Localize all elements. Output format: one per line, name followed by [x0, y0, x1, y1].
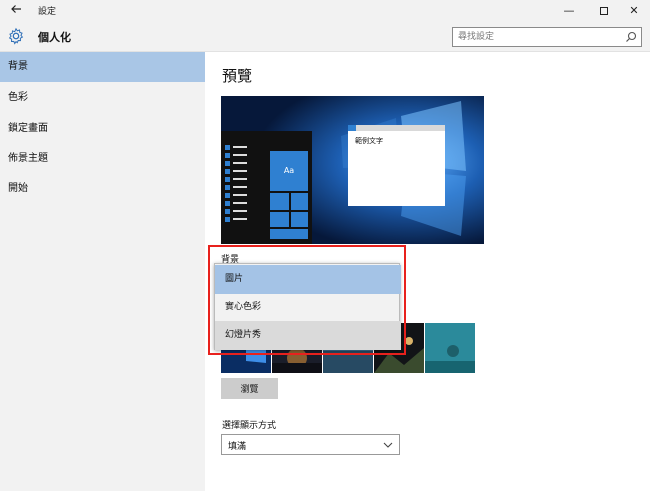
- sidebar-item-background[interactable]: 背景: [0, 52, 205, 82]
- window-title: 設定: [38, 7, 57, 17]
- fit-value: 填滿: [228, 442, 247, 452]
- wallpaper-thumbnail[interactable]: [425, 323, 475, 373]
- search-icon: [626, 31, 637, 42]
- sidebar-item-colors[interactable]: 色彩: [0, 83, 205, 113]
- chevron-down-icon: [383, 442, 393, 448]
- page-title: 預覽: [222, 67, 253, 85]
- desktop-preview: Aa 範例文字: [221, 96, 484, 244]
- search-input[interactable]: [453, 28, 613, 46]
- page-name: 個人化: [38, 31, 71, 44]
- minimize-button[interactable]: —: [557, 2, 581, 20]
- sample-text: 範例文字: [355, 137, 383, 145]
- sidebar-item-start[interactable]: 開始: [0, 174, 205, 204]
- search-box[interactable]: [452, 27, 642, 47]
- gear-icon: [8, 27, 24, 45]
- maximize-button[interactable]: [592, 2, 616, 20]
- back-arrow-icon[interactable]: [8, 3, 24, 19]
- sample-window: 範例文字: [348, 125, 445, 206]
- page-header: 個人化: [0, 22, 650, 52]
- fit-dropdown[interactable]: 填滿: [221, 434, 400, 455]
- maximize-icon: [600, 7, 608, 15]
- highlight-box: [208, 245, 406, 355]
- browse-button[interactable]: 瀏覽: [221, 378, 278, 399]
- title-bar: 設定 — ✕: [0, 0, 650, 22]
- tile-text: Aa: [270, 151, 308, 191]
- close-button[interactable]: ✕: [622, 2, 646, 20]
- sidebar: 背景 色彩 鎖定畫面 佈景主題 開始: [0, 52, 205, 491]
- sidebar-item-lock-screen[interactable]: 鎖定畫面: [0, 114, 205, 144]
- sidebar-item-themes[interactable]: 佈景主題: [0, 144, 205, 174]
- fit-label: 選擇顯示方式: [222, 421, 277, 431]
